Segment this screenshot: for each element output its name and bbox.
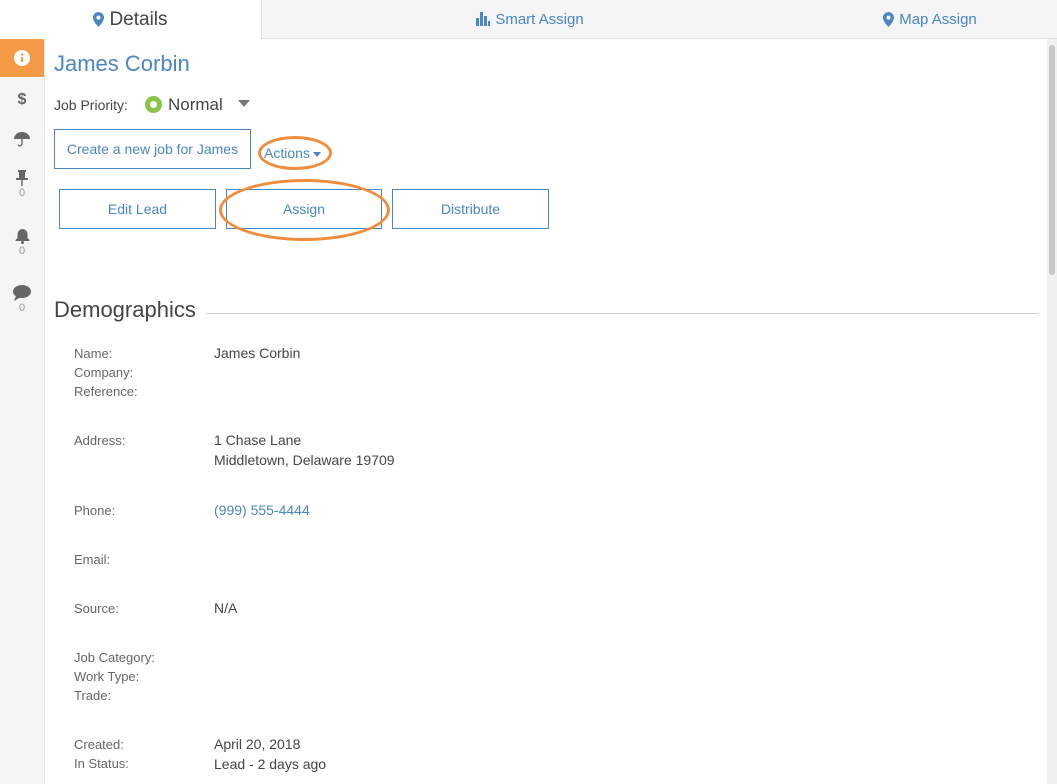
section-divider [206, 313, 1038, 314]
dollar-icon: $ [17, 91, 27, 108]
create-job-button[interactable]: Create a new job for James [54, 129, 251, 169]
map-marker-icon [93, 12, 105, 27]
tab-details-label: Details [109, 8, 168, 30]
umbrella-icon [14, 132, 30, 147]
chevron-down-icon[interactable] [238, 100, 250, 107]
email-label: Email: [74, 552, 111, 567]
sidebar-item-insurance[interactable] [0, 131, 44, 147]
caret-down-icon [312, 151, 321, 157]
edit-lead-button[interactable]: Edit Lead [59, 189, 216, 229]
created-label: Created: [74, 737, 124, 752]
bell-icon [15, 229, 29, 244]
demographics-heading: Demographics [54, 297, 196, 322]
tab-smart-assign[interactable]: Smart Assign [420, 0, 640, 38]
sidebar-item-comments[interactable]: 0 [0, 285, 44, 314]
lead-name: James Corbin [54, 51, 190, 76]
address-label: Address: [74, 433, 126, 448]
actions-dropdown[interactable]: Actions [264, 145, 321, 161]
address-line2: Middletown, Delaware 19709 [214, 452, 395, 468]
phone-label: Phone: [74, 503, 116, 518]
scrollbar[interactable] [1047, 39, 1057, 784]
sidebar-item-pins[interactable]: 0 [0, 170, 44, 199]
reference-label: Reference: [74, 384, 138, 399]
tab-smart-assign-label: Smart Assign [495, 10, 584, 28]
sidebar-item-info[interactable] [0, 39, 44, 77]
tab-map-assign[interactable]: Map Assign [820, 0, 1040, 38]
work-type-label: Work Type: [74, 669, 140, 684]
sidebar-item-notifications[interactable]: 0 [0, 228, 44, 257]
actions-label: Actions [264, 145, 310, 161]
comment-icon [13, 285, 31, 301]
job-category-label: Job Category: [74, 650, 155, 665]
created-value: April 20, 2018 [214, 736, 301, 752]
in-status-label: In Status: [74, 756, 129, 771]
tab-map-assign-label: Map Assign [899, 10, 977, 28]
sidebar: $ 0 0 0 [0, 39, 45, 784]
pin-icon [16, 170, 28, 186]
job-priority-value[interactable]: Normal [168, 95, 223, 115]
address-line1: 1 Chase Lane [214, 432, 302, 448]
distribute-button[interactable]: Distribute [392, 189, 549, 229]
bell-count: 0 [18, 245, 26, 257]
source-value: N/A [214, 600, 238, 616]
sidebar-item-billing[interactable]: $ [0, 91, 44, 109]
info-icon [14, 50, 30, 66]
source-label: Source: [74, 601, 119, 616]
assign-button[interactable]: Assign [226, 189, 382, 229]
scrollbar-thumb[interactable] [1049, 45, 1055, 275]
company-label: Company: [74, 365, 134, 380]
in-status-value: Lead - 2 days ago [214, 756, 327, 772]
phone-link[interactable]: (999) 555-4444 [214, 500, 310, 520]
trade-label: Trade: [74, 688, 112, 703]
bar-chart-icon [476, 12, 491, 26]
pin-count: 0 [18, 187, 26, 199]
name-value: James Corbin [214, 345, 301, 361]
tab-bar: Details Smart Assign Map Assign [0, 0, 1057, 39]
lead-details-panel: James Corbin Job Priority: Normal Create… [44, 39, 1047, 784]
tab-details[interactable]: Details [0, 0, 262, 39]
comment-count: 0 [18, 302, 26, 314]
map-marker-icon [883, 11, 895, 27]
priority-status-icon [145, 96, 162, 113]
job-priority-label: Job Priority: [54, 97, 128, 113]
name-label: Name: [74, 346, 113, 361]
